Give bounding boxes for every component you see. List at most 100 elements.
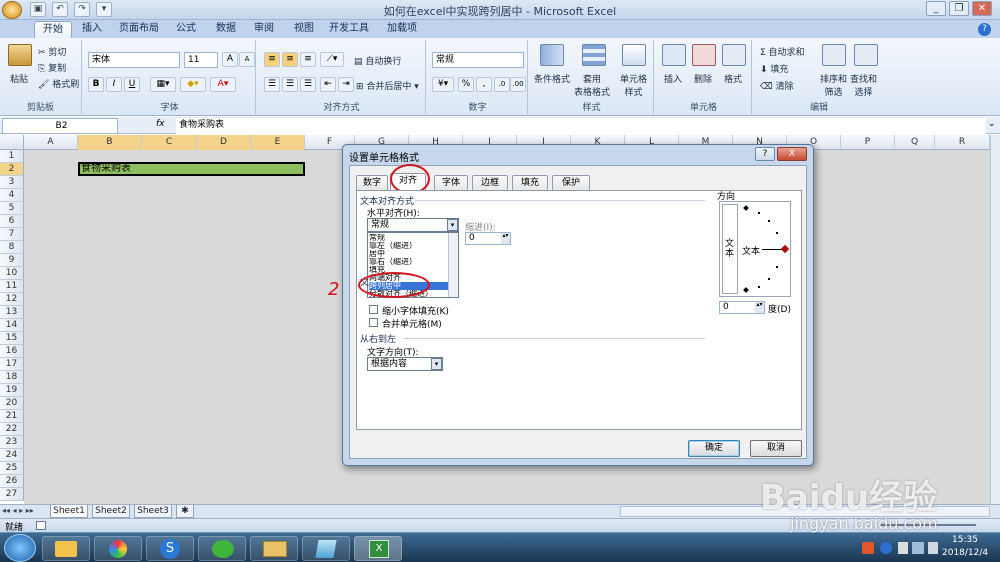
row-header[interactable]: 7 <box>0 228 24 241</box>
column-header[interactable]: A <box>24 135 78 150</box>
row-header[interactable]: 18 <box>0 371 24 384</box>
copy-button[interactable]: ⎘ 复制 <box>38 61 66 74</box>
row-header[interactable]: 24 <box>0 449 24 462</box>
insert-cells-button[interactable]: 插入 <box>664 72 682 85</box>
formula-input[interactable]: 食物采购表 <box>176 118 986 134</box>
table-format-icon[interactable] <box>582 44 606 66</box>
decrease-decimal-icon[interactable]: .00 <box>510 77 526 92</box>
vertical-text-box[interactable]: 文本 <box>722 204 738 294</box>
restore-button[interactable]: ❐ <box>949 1 969 16</box>
ok-button[interactable]: 确定 <box>688 440 740 457</box>
border-icon[interactable]: ▦▾ <box>150 77 176 92</box>
paste-icon[interactable] <box>8 44 32 66</box>
grow-font-button[interactable]: A <box>222 52 238 67</box>
sheet-nav-icon[interactable]: ◂◂ ◂ ▸ ▸▸ <box>2 506 34 515</box>
align-right-icon[interactable]: ☰ <box>300 77 316 92</box>
shrink-font-button[interactable]: A <box>239 52 255 67</box>
dialog-help-button[interactable]: ? <box>755 147 775 161</box>
delete-cells-icon[interactable] <box>692 44 716 66</box>
shrink-checkbox[interactable] <box>369 305 378 314</box>
row-header[interactable]: 12 <box>0 293 24 306</box>
row-header[interactable]: 23 <box>0 436 24 449</box>
direction-dropdown-icon[interactable]: ▾ <box>431 358 442 370</box>
italic-button[interactable]: I <box>106 77 122 92</box>
taskbar-explorer-icon[interactable] <box>250 536 298 561</box>
orientation-dial[interactable]: 文本 <box>740 204 790 294</box>
row-header[interactable]: 26 <box>0 475 24 488</box>
tray-network-icon[interactable] <box>912 542 924 554</box>
row-header[interactable]: 21 <box>0 410 24 423</box>
find-select-icon[interactable] <box>854 44 878 66</box>
horizontal-select[interactable]: 常规 <box>367 218 459 232</box>
wrap-text-button[interactable]: ▤ 自动换行 <box>354 54 401 67</box>
clear-button[interactable]: ⌫ 清除 <box>760 79 794 92</box>
degree-spinner-icon[interactable]: ▴▾ <box>755 302 764 313</box>
align-left-icon[interactable]: ☰ <box>264 77 280 92</box>
sheet-tab-3[interactable]: Sheet3 <box>134 505 172 518</box>
expand-formula-icon[interactable]: ⌄ <box>988 119 996 129</box>
taskbar-folder-icon[interactable] <box>42 536 90 561</box>
tab-addins[interactable]: 加载项 <box>382 21 422 38</box>
currency-icon[interactable]: ¥▾ <box>432 77 454 92</box>
find-select-button[interactable]: 查找和 选择 <box>850 72 877 98</box>
underline-button[interactable]: U <box>124 77 140 92</box>
row-header[interactable]: 2 <box>0 163 24 176</box>
decrease-indent-icon[interactable]: ⇤ <box>320 77 336 92</box>
column-header[interactable]: R <box>935 135 990 150</box>
align-bottom-icon[interactable]: ≡ <box>300 52 316 67</box>
taskbar-media-icon[interactable] <box>302 536 350 561</box>
column-header[interactable]: D <box>197 135 251 150</box>
font-color-icon[interactable]: A▾ <box>210 77 236 92</box>
row-header[interactable]: 14 <box>0 319 24 332</box>
sort-filter-icon[interactable] <box>822 44 846 66</box>
insert-cells-icon[interactable] <box>662 44 686 66</box>
cut-button[interactable]: ✂ 剪切 <box>38 45 66 58</box>
increase-decimal-icon[interactable]: .0 <box>494 77 510 92</box>
horizontal-dropdown-icon[interactable]: ▾ <box>447 219 458 231</box>
table-format-button[interactable]: 套用 表格格式 <box>574 72 610 98</box>
format-painter-button[interactable]: 🖌 格式刷 <box>38 77 79 90</box>
conditional-format-button[interactable]: 条件格式 <box>534 72 570 85</box>
delete-cells-button[interactable]: 删除 <box>694 72 712 85</box>
orientation-icon[interactable]: ⟋▾ <box>320 52 344 67</box>
option-left[interactable]: 靠左（缩进） <box>369 242 457 250</box>
merge-center-button[interactable]: ⊞ 合并后居中 ▾ <box>356 79 419 92</box>
percent-button[interactable]: % <box>458 77 474 92</box>
vertical-scrollbar[interactable] <box>990 135 1000 504</box>
row-header[interactable]: 10 <box>0 267 24 280</box>
align-center-icon[interactable]: ☰ <box>282 77 298 92</box>
row-header[interactable]: 9 <box>0 254 24 267</box>
row-header[interactable]: 19 <box>0 384 24 397</box>
row-header[interactable]: 15 <box>0 332 24 345</box>
fill-button[interactable]: ⬇ 填充 <box>760 62 788 75</box>
taskbar-paint-icon[interactable] <box>94 536 142 561</box>
row-header[interactable]: 25 <box>0 462 24 475</box>
row-header[interactable]: 11 <box>0 280 24 293</box>
cell-style-button[interactable]: 单元格 样式 <box>620 72 647 98</box>
cell-b2[interactable]: 食物采购表 <box>81 163 131 175</box>
column-header[interactable]: E <box>251 135 305 150</box>
comma-button[interactable]: , <box>476 77 492 92</box>
taskbar-wechat-icon[interactable] <box>198 536 246 561</box>
tray-volume-icon[interactable] <box>928 542 938 554</box>
paste-button[interactable]: 粘贴 <box>10 72 28 85</box>
tab-view[interactable]: 视图 <box>288 21 320 38</box>
bold-button[interactable]: B <box>88 77 104 92</box>
tab-number[interactable]: 数字 <box>356 175 388 190</box>
dial-knob[interactable] <box>780 244 790 254</box>
cell-style-icon[interactable] <box>622 44 646 66</box>
tray-flag-icon[interactable] <box>898 542 908 554</box>
tray-help-icon[interactable] <box>880 542 892 554</box>
tab-border[interactable]: 边框 <box>472 175 508 190</box>
fill-color-icon[interactable]: ◆▾ <box>180 77 206 92</box>
sheet-tab-1[interactable]: Sheet1 <box>50 505 88 518</box>
tab-developer[interactable]: 开发工具 <box>326 21 372 38</box>
tab-review[interactable]: 审阅 <box>248 21 280 38</box>
row-header[interactable]: 8 <box>0 241 24 254</box>
orientation-box[interactable]: 文本 文本 <box>719 201 791 297</box>
tab-protection[interactable]: 保护 <box>552 175 590 190</box>
start-button[interactable] <box>4 534 36 562</box>
row-header[interactable]: 6 <box>0 215 24 228</box>
row-header[interactable]: 4 <box>0 189 24 202</box>
format-cells-icon[interactable] <box>722 44 746 66</box>
